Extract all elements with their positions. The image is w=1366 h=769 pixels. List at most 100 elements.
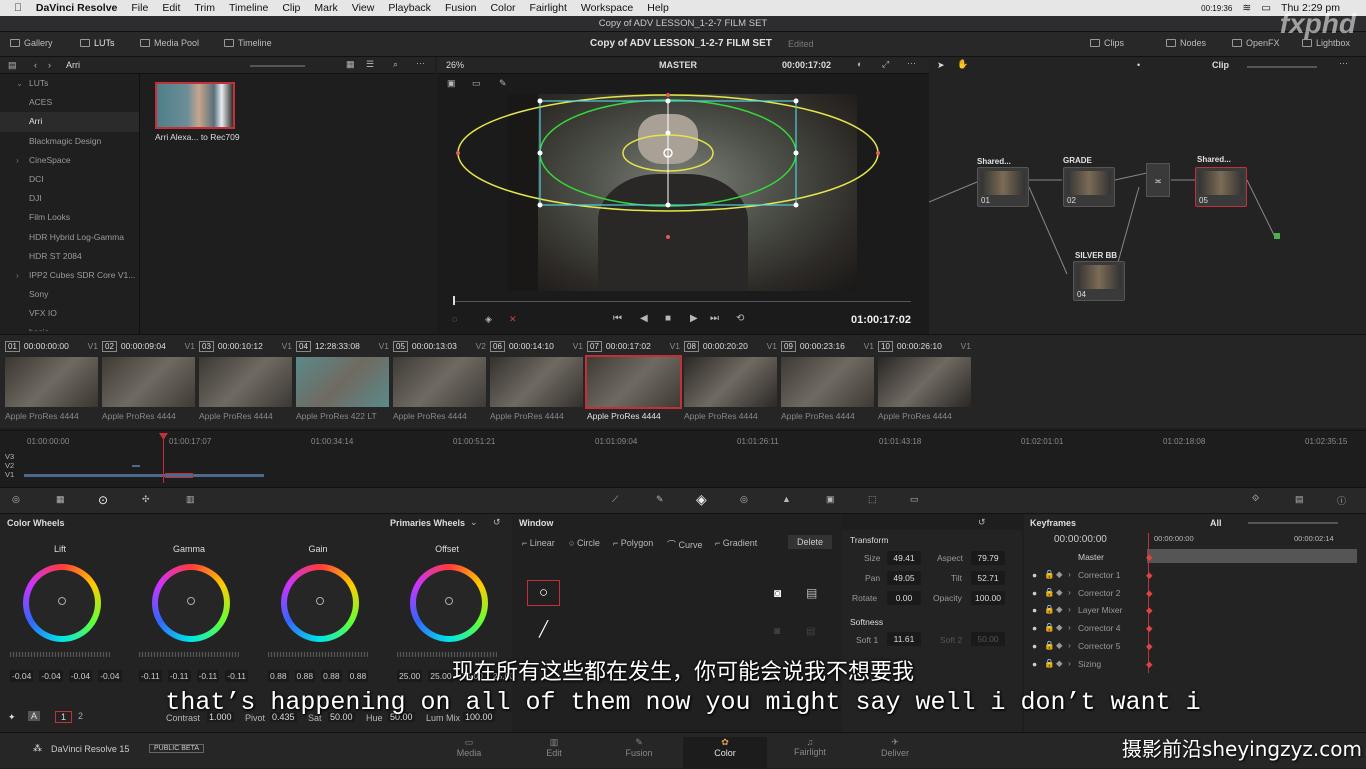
page-tab-fairlight[interactable]: ♫ Fairlight xyxy=(768,737,852,757)
keyframe-marker[interactable]: ◆ xyxy=(1146,605,1153,616)
battery-icon[interactable]: ▭ xyxy=(1261,2,1271,14)
layers-icon[interactable]: ◈ xyxy=(485,314,492,325)
search-icon[interactable]: ⌕ xyxy=(393,59,398,70)
wheels-options-icon[interactable]: ⌄ xyxy=(470,517,478,528)
keyframe-marker[interactable]: ◆ xyxy=(1146,641,1153,652)
aspect-value[interactable]: 79.79 xyxy=(971,551,1005,565)
expand-chevron-icon[interactable]: › xyxy=(1068,658,1071,668)
rotate-value[interactable]: 0.00 xyxy=(887,591,921,605)
keyframe-marker[interactable]: ◆ xyxy=(1146,552,1153,563)
wheel-value-g[interactable]: -0.11 xyxy=(196,670,220,682)
tool-curve[interactable]: ⌒ Curve xyxy=(667,538,703,551)
lock-icon[interactable]: 🔒 xyxy=(1044,640,1055,651)
expand-chevron-icon[interactable]: › xyxy=(1068,569,1071,579)
window-mask-icon-2[interactable]: ▤ xyxy=(806,626,815,637)
page-tab-media[interactable]: ▭ Media xyxy=(427,737,511,758)
a-button[interactable]: A xyxy=(28,711,41,721)
lut-folder-blackmagic[interactable]: Blackmagic Design xyxy=(0,132,139,151)
tool-linear[interactable]: ⌐ Linear xyxy=(522,538,555,548)
keyframe-row-layer-mixer[interactable]: ● 🔒 ◆ › Layer Mixer ◆ xyxy=(1024,603,1366,620)
forward-icon[interactable]: › xyxy=(48,60,51,70)
lut-thumbnail[interactable] xyxy=(155,82,235,129)
loop-mode-icon[interactable]: ◌ xyxy=(452,314,457,324)
visibility-dot-icon[interactable]: ● xyxy=(1032,570,1037,580)
lut-folder-aces[interactable]: ACES xyxy=(0,93,139,112)
wheel-value-y[interactable]: 0.88 xyxy=(268,670,289,682)
contrast-value[interactable]: 1.000 xyxy=(207,712,234,722)
luts-button[interactable]: LUTs xyxy=(80,38,115,48)
stop-icon[interactable]: ■ xyxy=(665,313,671,324)
wheel-value-r[interactable]: 0.88 xyxy=(294,670,316,682)
lut-folder-arri[interactable]: Arri xyxy=(0,112,139,132)
back-icon[interactable]: ‹ xyxy=(34,60,37,70)
menu-help[interactable]: Help xyxy=(647,2,669,14)
clip-thumbnail-02[interactable]: 02 00:00:09:04 V1 Apple ProRes 4444 xyxy=(102,339,195,425)
lut-folder-basic[interactable]: basic xyxy=(0,323,139,331)
keyframes-zoom-slider[interactable] xyxy=(1248,522,1338,524)
app-name-menu[interactable]: DaVinci Resolve xyxy=(36,2,118,14)
wheel-center-handle[interactable] xyxy=(187,597,195,605)
grid-view-icon[interactable]: ▦ xyxy=(346,59,355,70)
lut-folder-cinespace[interactable]: › CineSpace xyxy=(0,151,139,170)
power-window-overlay[interactable] xyxy=(437,74,929,334)
lock-icon[interactable]: 🔒 xyxy=(1044,622,1055,633)
keyframe-row-corrector-2[interactable]: ● 🔒 ◆ › Corrector 2 ◆ xyxy=(1024,586,1366,603)
wheel-lift[interactable]: Lift xyxy=(5,544,115,657)
window-reset-icon[interactable]: ↺ xyxy=(978,517,986,528)
visibility-dot-icon[interactable]: ● xyxy=(1032,588,1037,598)
apple-icon[interactable]:  xyxy=(14,2,22,14)
go-to-end-icon[interactable]: ⏭ xyxy=(710,313,719,324)
wheel-value-y[interactable]: 25.00 xyxy=(397,670,423,682)
tracker-icon[interactable]: ◎ xyxy=(740,494,748,505)
sizing-icon[interactable]: ⬚ xyxy=(868,494,877,505)
lut-folder-film-looks[interactable]: Film Looks xyxy=(0,208,139,227)
wifi-icon[interactable]: ≋ xyxy=(1242,2,1251,14)
key-icon[interactable]: ▣ xyxy=(826,494,835,505)
rgb-mixer-icon[interactable]: ✣ xyxy=(142,494,150,505)
soft1-value[interactable]: 11.61 xyxy=(887,632,921,646)
output-port[interactable] xyxy=(1274,233,1280,239)
expand-chevron-icon[interactable]: › xyxy=(1068,604,1071,614)
keyframe-row-corrector-1[interactable]: ● 🔒 ◆ › Corrector 1 ◆ xyxy=(1024,568,1366,585)
lut-folder-luts[interactable]: ⌄ LUTs xyxy=(0,74,139,93)
media-pool-button[interactable]: Media Pool xyxy=(140,38,199,48)
scopes-icon[interactable]: ▤ xyxy=(1295,494,1304,505)
keyframe-marker[interactable]: ◆ xyxy=(1146,623,1153,634)
lut-folder-hlg[interactable]: HDR Hybrid Log-Gamma xyxy=(0,228,139,247)
node-01[interactable]: 01 xyxy=(977,167,1029,207)
wheel-center-handle[interactable] xyxy=(445,597,453,605)
circle-window-row[interactable]: ○ xyxy=(527,580,560,606)
nodes-button[interactable]: Nodes xyxy=(1166,38,1206,48)
wheel-value-g[interactable]: 0.88 xyxy=(321,670,342,682)
qualifier-icon[interactable]: ✎ xyxy=(656,494,664,505)
wheel-offset[interactable]: Offset xyxy=(392,544,502,657)
color-match-icon[interactable]: ▦ xyxy=(56,494,65,505)
rotation-handle[interactable] xyxy=(665,130,671,136)
page-tab-edit[interactable]: ▥ Edit xyxy=(512,737,596,758)
soft2-value[interactable]: 50.00 xyxy=(971,632,1005,646)
list-view-icon[interactable]: ☰ xyxy=(366,59,374,70)
sat-value[interactable]: 50.00 xyxy=(328,712,355,722)
keyframe-row-master[interactable]: Master ◆ xyxy=(1024,550,1366,567)
menu-file[interactable]: File xyxy=(131,2,148,14)
color-wheels-icon[interactable]: ⊙ xyxy=(98,493,108,507)
timeline-button[interactable]: Timeline xyxy=(224,38,272,48)
fullscreen-icon[interactable]: ⤢ xyxy=(882,59,889,70)
visibility-dot-icon[interactable]: ● xyxy=(1032,605,1037,615)
play-reverse-icon[interactable]: ◀ xyxy=(640,313,648,324)
clips-button[interactable]: Clips xyxy=(1090,38,1124,48)
current-clip-marker[interactable] xyxy=(165,473,193,478)
gallery-button[interactable]: Gallery xyxy=(10,38,53,48)
wheel-master-dial[interactable] xyxy=(268,652,368,657)
clip-thumbnail-01[interactable]: 01 00:00:00:00 V1 Apple ProRes 4444 xyxy=(5,339,98,425)
clip-thumbnail-10[interactable]: 10 00:00:26:10 V1 Apple ProRes 4444 xyxy=(878,339,971,425)
viewer[interactable]: ▣ ▭ ✎ ◌ ◈ ✕ ⏮ ◀ ■ ▶ ⏭ ⟲ 01:00:17:02 xyxy=(437,74,929,334)
lock-icon[interactable]: 🔒 xyxy=(1044,569,1055,580)
track-v1-clips[interactable] xyxy=(24,474,264,477)
menu-clip[interactable]: Clip xyxy=(282,2,300,14)
wheels-mode-select[interactable]: Primaries Wheels xyxy=(390,518,465,528)
clip-thumbnail-06[interactable]: 06 00:00:14:10 V1 Apple ProRes 4444 xyxy=(490,339,583,425)
loop-icon[interactable]: ⟲ xyxy=(736,313,744,324)
thumb-size-slider[interactable] xyxy=(250,65,305,67)
sidebar-toggle-icon[interactable]: ▤ xyxy=(8,60,17,71)
